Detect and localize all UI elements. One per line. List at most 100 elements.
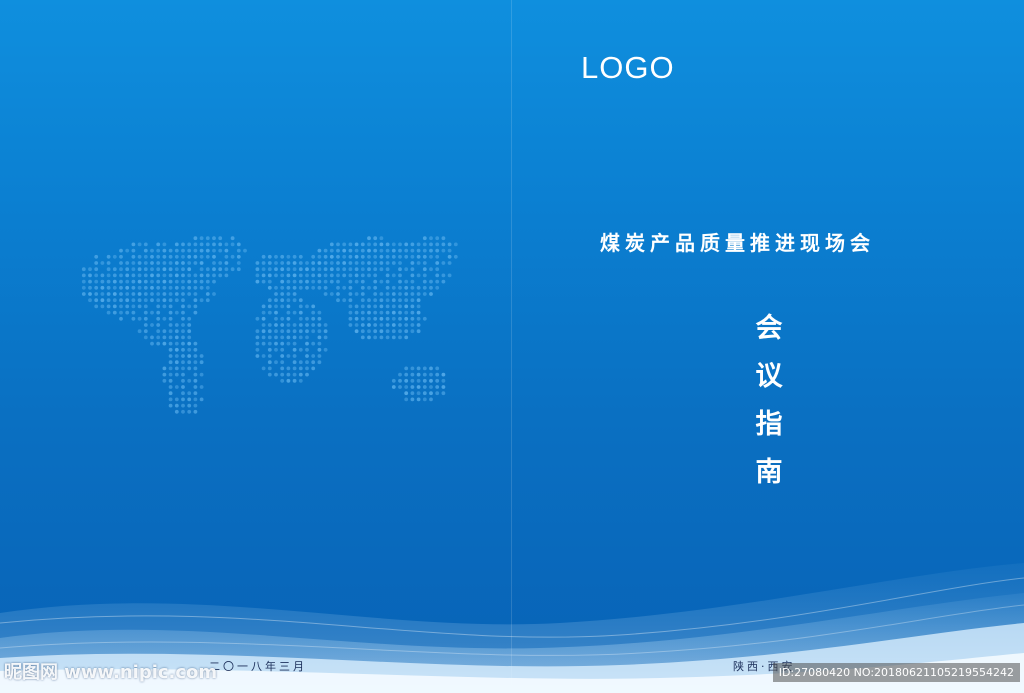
map-dot <box>187 248 192 253</box>
map-dot <box>199 248 204 253</box>
map-dot <box>187 409 192 414</box>
map-dot <box>354 304 359 309</box>
map-dot <box>280 341 285 346</box>
map-dot <box>94 285 99 290</box>
map-dot <box>286 329 291 334</box>
map-dot <box>100 261 105 265</box>
map-dot <box>292 298 297 303</box>
map-dot <box>168 360 173 365</box>
map-dot <box>181 267 185 272</box>
map-dot <box>305 316 309 321</box>
map-dot <box>267 372 272 377</box>
map-dot <box>162 335 167 340</box>
map-dot <box>125 298 130 303</box>
map-dot <box>348 304 353 309</box>
map-dot <box>292 335 297 340</box>
map-dot <box>174 360 179 365</box>
map-dot <box>137 242 142 247</box>
map-dot <box>435 366 440 371</box>
map-dot <box>336 267 340 272</box>
map-dot <box>373 292 378 296</box>
map-dot <box>119 279 123 284</box>
map-dot <box>435 254 440 259</box>
map-dot <box>106 273 111 278</box>
map-dot <box>354 323 359 327</box>
map-dot <box>199 242 204 247</box>
image-id-watermark: ID:27080420 NO:20180621105219554242 <box>772 663 1020 682</box>
map-dot <box>305 261 309 265</box>
map-dot <box>181 403 185 408</box>
map-dot <box>280 360 285 365</box>
map-dot <box>298 285 303 290</box>
map-dot <box>280 298 285 303</box>
map-dot <box>255 354 260 358</box>
map-dot <box>367 267 371 272</box>
map-dot <box>305 273 309 278</box>
map-dot <box>416 385 421 389</box>
map-dot <box>261 335 266 340</box>
map-dot <box>292 347 297 352</box>
map-dot <box>398 254 402 259</box>
map-dot <box>156 285 161 290</box>
map-dot <box>119 304 123 309</box>
map-dot <box>199 298 204 303</box>
map-dot <box>298 366 303 371</box>
map-dot <box>416 329 421 334</box>
map-dot <box>311 285 316 290</box>
map-dot <box>187 273 192 278</box>
map-dot <box>174 323 179 327</box>
map-dot <box>156 267 161 272</box>
map-dot <box>305 323 309 327</box>
map-dot <box>106 261 111 265</box>
map-dot <box>205 248 210 253</box>
map-dot <box>447 254 452 259</box>
map-dot <box>298 372 303 377</box>
map-dot <box>119 261 123 265</box>
map-dot <box>137 329 142 334</box>
map-dot <box>385 248 390 253</box>
map-dot <box>336 279 340 284</box>
map-dot <box>292 273 297 278</box>
map-dot <box>143 242 148 247</box>
map-dot <box>385 273 390 278</box>
map-dot <box>174 267 179 272</box>
map-dot <box>156 316 161 321</box>
map-dot <box>317 354 322 358</box>
map-dot <box>317 273 322 278</box>
map-dot <box>181 285 185 290</box>
map-dot <box>305 335 309 340</box>
map-dot <box>416 292 421 296</box>
map-dot <box>422 267 427 272</box>
map-dot <box>329 242 334 247</box>
map-dot <box>311 279 316 284</box>
map-dot <box>373 335 378 340</box>
map-dot <box>416 254 421 259</box>
map-dot <box>193 354 198 358</box>
map-dot <box>131 298 136 303</box>
map-dot <box>224 273 229 278</box>
map-dot <box>305 347 309 352</box>
map-dot <box>429 248 433 253</box>
map-dot <box>317 329 322 334</box>
map-dot <box>193 378 198 383</box>
map-dot <box>317 335 322 340</box>
map-dot <box>404 279 409 284</box>
map-dot <box>435 372 440 377</box>
map-dot <box>379 323 384 327</box>
map-dot <box>274 316 278 321</box>
map-dot <box>404 292 409 296</box>
map-dot <box>267 285 272 290</box>
map-dot <box>94 267 99 272</box>
map-dot <box>212 267 216 272</box>
map-dot <box>168 335 173 340</box>
map-dot <box>360 310 365 315</box>
map-dot <box>261 310 266 315</box>
map-dot <box>205 298 210 303</box>
map-dot <box>348 292 353 296</box>
map-dot <box>143 335 148 340</box>
map-dot <box>286 298 291 303</box>
logo: LOGO <box>581 50 675 85</box>
map-dot <box>391 285 396 290</box>
map-dot <box>187 341 192 346</box>
map-dot <box>267 341 272 346</box>
